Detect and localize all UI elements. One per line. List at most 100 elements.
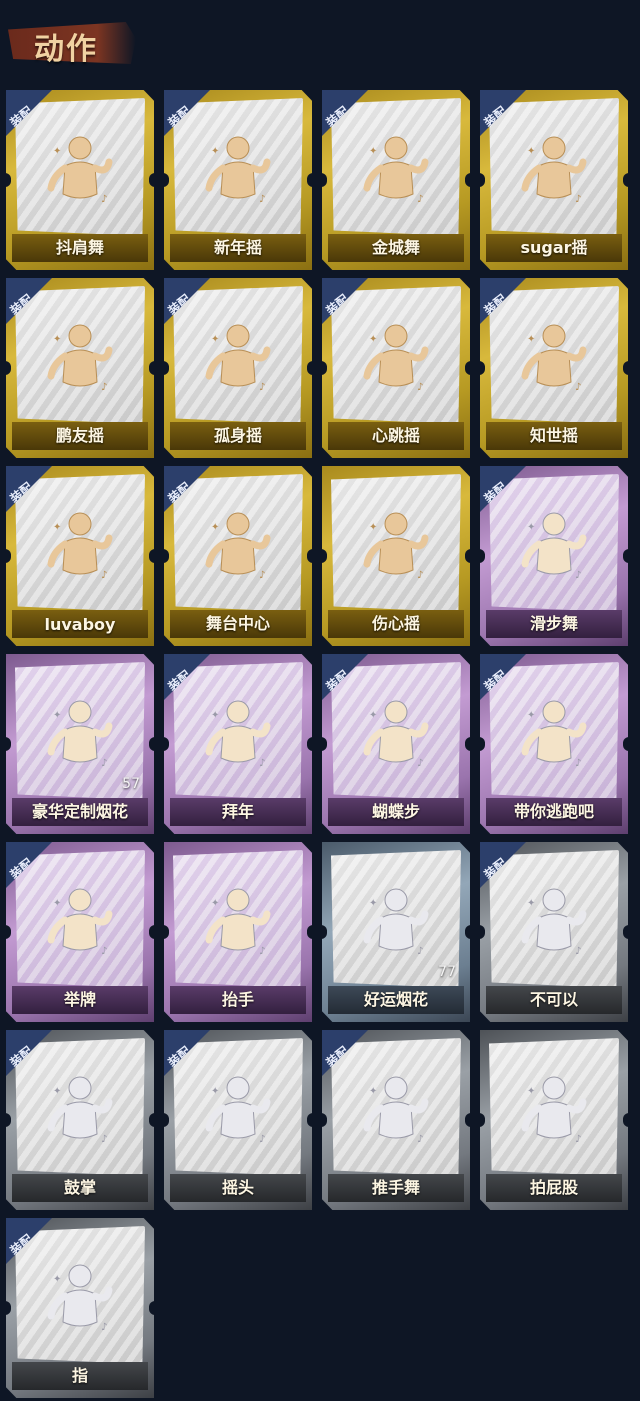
action-name: 好运烟花	[363, 990, 428, 1009]
action-card[interactable]: ✦ ♪ 鼓掌 装配	[5, 1030, 155, 1210]
svg-text:♪: ♪	[259, 570, 265, 581]
svg-text:✦: ✦	[527, 522, 535, 533]
card-notch	[307, 1113, 313, 1127]
action-name: 举牌	[63, 990, 96, 1009]
svg-text:♪: ♪	[259, 194, 265, 205]
card-notch	[149, 1113, 155, 1127]
svg-text:✦: ✦	[53, 522, 61, 533]
dancer-slide-icon: ✦ ♪	[519, 508, 589, 598]
finger-wag-icon: ✦ ♪	[519, 884, 589, 974]
action-card[interactable]: ✦ ♪ 好运烟花 77	[321, 842, 471, 1022]
dancer-raise-icon: ✦ ♪	[361, 320, 431, 410]
svg-text:✦: ✦	[369, 522, 377, 533]
item-count: 77	[438, 964, 456, 980]
action-card[interactable]: ✦ ♪ 知世摇 装配	[479, 278, 629, 458]
action-name: sugar摇	[520, 238, 588, 257]
figure-bow-icon: ✦ ♪	[203, 696, 273, 786]
card-notch	[465, 361, 471, 375]
svg-text:✦: ✦	[527, 710, 535, 721]
action-name: 抬手	[221, 990, 254, 1009]
svg-text:♪: ♪	[575, 570, 581, 581]
dancer-heart-icon: ✦ ♪	[361, 508, 431, 598]
svg-text:✦: ✦	[369, 334, 377, 345]
svg-text:✦: ✦	[211, 898, 219, 909]
action-name: 鹏友摇	[55, 426, 104, 445]
svg-text:✦: ✦	[211, 522, 219, 533]
action-card[interactable]: ✦ ♪ 推手舞 装配	[321, 1030, 471, 1210]
svg-text:✦: ✦	[369, 898, 377, 909]
svg-text:✦: ✦	[369, 1086, 377, 1097]
action-card[interactable]: ✦ ♪ 举牌 装配	[5, 842, 155, 1022]
action-card[interactable]: ✦ ♪ 金城舞 装配	[321, 90, 471, 270]
svg-text:♪: ♪	[575, 1134, 581, 1145]
card-notch	[465, 173, 471, 187]
action-card[interactable]: ✦ ♪ 心跳摇 装配	[321, 278, 471, 458]
card-notch	[623, 361, 629, 375]
card-notch	[465, 925, 471, 939]
svg-text:♪: ♪	[575, 194, 581, 205]
action-name: luvaboy	[44, 615, 116, 634]
action-card[interactable]: ✦ ♪ 抖肩舞 装配	[5, 90, 155, 270]
action-card[interactable]: ✦ ♪ 不可以 装配	[479, 842, 629, 1022]
svg-text:✦: ✦	[369, 146, 377, 157]
action-name: 伤心摇	[371, 614, 420, 633]
action-card[interactable]: ✦ ♪ 舞台中心 装配	[163, 466, 313, 646]
svg-text:♪: ♪	[101, 382, 107, 393]
card-notch	[149, 361, 155, 375]
action-card[interactable]: ✦ ♪ 新年摇 装配	[163, 90, 313, 270]
card-notch	[149, 737, 155, 751]
action-name: 舞台中心	[205, 614, 270, 633]
svg-text:♪: ♪	[101, 570, 107, 581]
action-name: 拍屁股	[529, 1178, 578, 1197]
action-card[interactable]: ✦ ♪ 伤心摇	[321, 466, 471, 646]
svg-text:✦: ✦	[211, 334, 219, 345]
svg-text:♪: ♪	[417, 570, 423, 581]
action-card[interactable]: ✦ ♪ 拍屁股	[479, 1030, 629, 1210]
action-card[interactable]: ✦ ♪ 蝴蝶步 装配	[321, 654, 471, 834]
action-name: 蝴蝶步	[371, 802, 420, 821]
svg-text:✦: ✦	[211, 146, 219, 157]
action-name: 不可以	[529, 990, 578, 1009]
action-name: 拜年	[221, 802, 254, 821]
dancer-sparkle-icon: ✦ ♪	[203, 508, 273, 598]
action-card[interactable]: ✦ ♪ 拜年 装配	[163, 654, 313, 834]
card-notch	[149, 925, 155, 939]
svg-text:✦: ✦	[53, 334, 61, 345]
svg-text:♪: ♪	[575, 946, 581, 957]
action-name: 孤身摇	[213, 426, 262, 445]
card-notch	[623, 173, 629, 187]
svg-text:✦: ✦	[527, 898, 535, 909]
action-name: 心跳摇	[371, 426, 420, 445]
svg-text:♪: ♪	[101, 1134, 107, 1145]
dancer-run-icon: ✦ ♪	[519, 696, 589, 786]
svg-text:♪: ♪	[259, 382, 265, 393]
action-card[interactable]: ✦ ♪ luvaboy 装配	[5, 466, 155, 646]
point-icon: ✦ ♪	[45, 1260, 115, 1350]
clap-icon: ✦ ♪	[45, 1072, 115, 1162]
action-card[interactable]: ✦ ♪ sugar摇 装配	[479, 90, 629, 270]
action-name: 滑步舞	[529, 614, 578, 633]
action-card[interactable]: ✦ ♪ 带你逃跑吧 装配	[479, 654, 629, 834]
dancer-swing-icon: ✦ ♪	[519, 320, 589, 410]
card-notch	[623, 737, 629, 751]
action-name: 指	[71, 1366, 88, 1385]
action-card[interactable]: ✦ ♪ 孤身摇 装配	[163, 278, 313, 458]
action-name: 金城舞	[371, 238, 420, 257]
dancer-shrug-icon: ✦ ♪	[45, 132, 115, 222]
card-notch	[623, 549, 629, 563]
action-name: 新年摇	[213, 238, 262, 257]
svg-text:♪: ♪	[101, 946, 107, 957]
sign-hold-icon: ✦ ♪	[45, 884, 115, 974]
action-card[interactable]: ✦ ♪ 指 装配	[5, 1218, 155, 1398]
svg-text:✦: ✦	[53, 146, 61, 157]
action-card[interactable]: ✦ ♪ 鹏友摇 装配	[5, 278, 155, 458]
item-count: 57	[122, 776, 140, 792]
action-card[interactable]: ✦ ♪ 摇头 装配	[163, 1030, 313, 1210]
page-title: 动作	[34, 32, 98, 67]
dancer-point-icon: ✦ ♪	[45, 320, 115, 410]
action-card[interactable]: ✦ ♪ 滑步舞 装配	[479, 466, 629, 646]
action-card[interactable]: ✦ ♪ 豪华定制烟花 57	[5, 654, 155, 834]
card-notch	[465, 549, 471, 563]
action-card[interactable]: ✦ ♪ 抬手	[163, 842, 313, 1022]
svg-text:✦: ✦	[211, 710, 219, 721]
